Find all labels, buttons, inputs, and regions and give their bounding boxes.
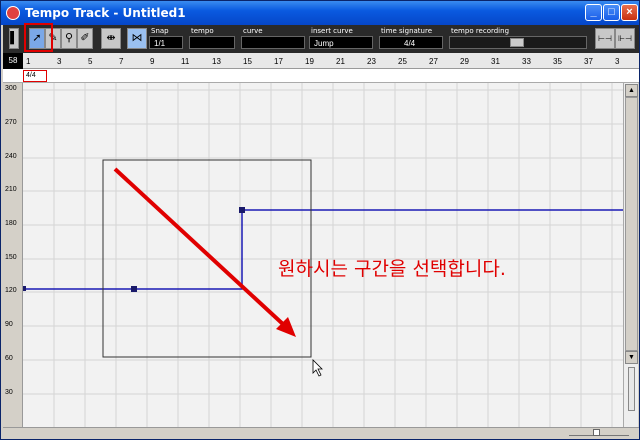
slider-thumb[interactable] — [510, 38, 524, 47]
y-axis-label: 30 — [5, 389, 13, 396]
insert-curve-label: insert curve — [311, 27, 353, 35]
time-signature-field[interactable]: 4/4 — [379, 36, 443, 49]
ruler-tick: 7 — [119, 57, 124, 66]
annotation-arrow — [113, 167, 287, 328]
marker-icon: ⊢⊣ — [598, 34, 612, 43]
ruler-tick: 23 — [367, 57, 376, 66]
tempo-recording-label: tempo recording — [451, 27, 510, 35]
tempo-track-window: Tempo Track - Untitled1 _ □ × ▌ ➚ ✎ ⚲ ✐ … — [0, 0, 640, 440]
curve-label: curve — [243, 27, 263, 35]
y-axis-label: 90 — [5, 321, 13, 328]
scroll-up-button[interactable]: ▲ — [625, 84, 638, 97]
ruler-tick: 37 — [584, 57, 593, 66]
ruler-tick: 5 — [88, 57, 93, 66]
snap-icon: ⋈ — [131, 32, 143, 44]
y-axis-label: 120 — [5, 287, 17, 294]
ruler-tick: 15 — [243, 57, 252, 66]
magnifier-icon: ⚲ — [64, 32, 74, 44]
scroll-down-button[interactable]: ▼ — [625, 351, 638, 364]
time-signature-event-label: 4/4 — [26, 72, 36, 79]
scroll-icon: ⇼ — [106, 32, 116, 44]
tempo-field[interactable] — [189, 36, 235, 49]
pencil-icon: ✐ — [80, 32, 90, 44]
bar-ruler[interactable]: 58 1 3 5 7 9 11 13 15 17 19 21 23 25 27 … — [3, 53, 639, 69]
ruler-position-readout: 58 — [3, 53, 23, 69]
y-axis-label: 180 — [5, 220, 17, 227]
tempo-axis: 300 270 240 210 180 150 120 90 60 30 — [3, 83, 23, 427]
tempo-point[interactable] — [23, 286, 26, 291]
mouse-cursor-icon — [312, 359, 323, 377]
ruler-tick: 11 — [181, 57, 190, 66]
vertical-zoom-slider[interactable] — [628, 367, 635, 411]
ruler-tick: 21 — [336, 57, 345, 66]
scroll-thumb[interactable] — [625, 97, 638, 351]
y-axis-label: 60 — [5, 355, 13, 362]
horizontal-gridlines — [23, 89, 623, 395]
ruler-tick: 17 — [274, 57, 283, 66]
close-button[interactable]: × — [621, 4, 638, 21]
ruler-tick: 31 — [491, 57, 500, 66]
tempo-point[interactable] — [131, 286, 137, 292]
ruler-tick: 29 — [460, 57, 469, 66]
y-axis-label: 300 — [5, 85, 17, 92]
ruler-tick: 9 — [150, 57, 155, 66]
vertical-scrollbar[interactable]: ▲ ▼ — [623, 83, 638, 427]
app-icon[interactable] — [6, 6, 20, 20]
title-bar[interactable]: Tempo Track - Untitled1 _ □ × — [1, 1, 639, 25]
window-title: Tempo Track - Untitled1 — [25, 6, 186, 20]
tempo-tool-button-1[interactable]: ⊢⊣ — [595, 28, 615, 49]
ruler-tick: 27 — [429, 57, 438, 66]
zoom-thumb[interactable] — [593, 429, 600, 436]
toolbar-toggle-button[interactable]: ▌ — [9, 28, 19, 49]
tempo-recording-slider[interactable] — [449, 36, 587, 49]
ruler-tick: 3 — [615, 57, 620, 66]
ruler-tick: 3 — [57, 57, 62, 66]
time-signature-label: time signature — [381, 27, 433, 35]
time-signature-event[interactable]: 4/4 — [23, 70, 47, 82]
pencil-tool[interactable]: ✐ — [77, 28, 93, 49]
arrow-down-icon: ▼ — [628, 354, 635, 361]
signature-track[interactable]: 4/4 — [3, 69, 639, 83]
y-axis-label: 240 — [5, 153, 17, 160]
ruler-tick: 33 — [522, 57, 531, 66]
tempo-label: tempo — [191, 27, 214, 35]
ruler-tick: 25 — [398, 57, 407, 66]
snap-toggle-button[interactable]: ⋈ — [127, 28, 147, 49]
snap-select[interactable]: 1/1 — [149, 36, 183, 49]
maximize-button[interactable]: □ — [603, 4, 620, 21]
auto-scroll-button[interactable]: ⇼ — [101, 28, 121, 49]
minimize-button[interactable]: _ — [585, 4, 602, 21]
marker-icon: ⊩⊣ — [618, 34, 632, 43]
ruler-tick: 35 — [553, 57, 562, 66]
tool-highlight-box — [24, 23, 53, 52]
tempo-tool-button-2[interactable]: ⊩⊣ — [615, 28, 635, 49]
y-axis-label: 270 — [5, 119, 17, 126]
horizontal-zoom-slider[interactable] — [569, 429, 629, 436]
y-axis-label: 150 — [5, 254, 17, 261]
y-axis-label: 210 — [5, 186, 17, 193]
insert-curve-select[interactable]: Jump — [309, 36, 373, 49]
ruler-tick: 1 — [26, 57, 31, 66]
arrow-up-icon: ▲ — [628, 87, 635, 94]
ruler-tick: 19 — [305, 57, 314, 66]
curve-field[interactable] — [241, 36, 305, 49]
snap-label: Snap — [151, 27, 169, 35]
toolbar: ▌ ➚ ✎ ⚲ ✐ ⇼ ⋈ Snap 1/1 tempo curve inser… — [3, 25, 639, 53]
horizontal-scrollbar[interactable] — [3, 427, 639, 439]
instruction-annotation: 원하시는 구간을 선택합니다. — [278, 258, 506, 280]
ruler-tick: 13 — [212, 57, 221, 66]
zoom-tool[interactable]: ⚲ — [61, 28, 77, 49]
tempo-point[interactable] — [239, 207, 245, 213]
